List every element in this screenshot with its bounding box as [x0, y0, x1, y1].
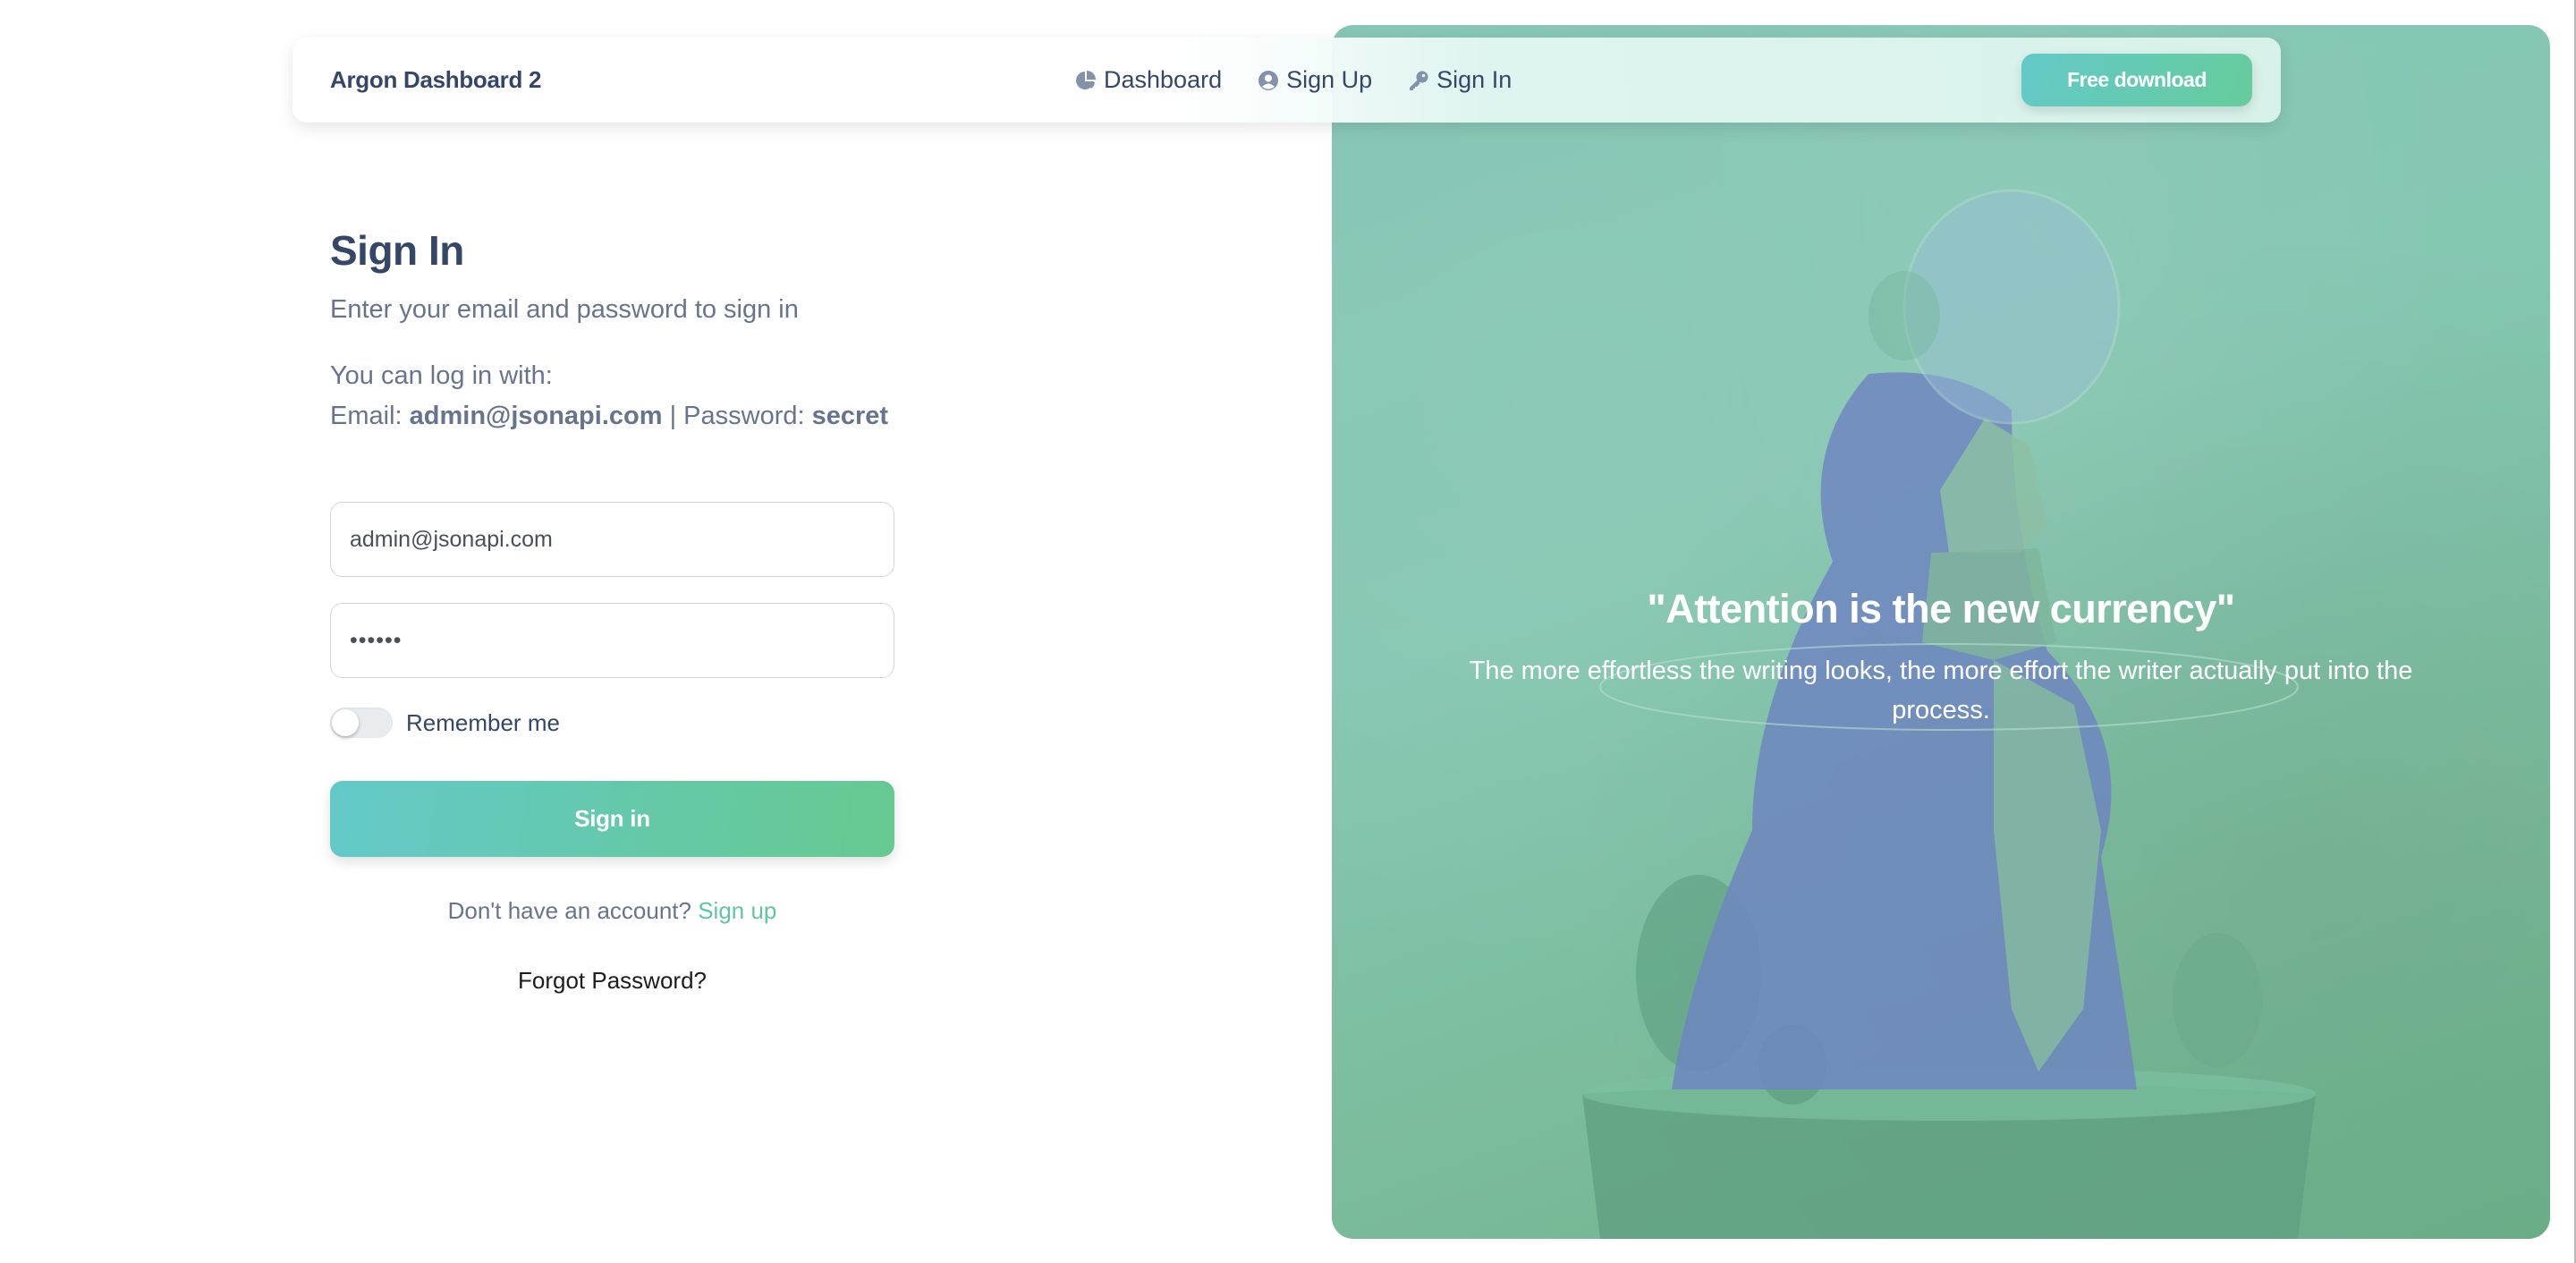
remember-me-label[interactable]: Remember me	[406, 709, 560, 737]
hint-email-value: admin@jsonapi.com	[409, 402, 663, 430]
forgot-password-link[interactable]: Forgot Password?	[330, 967, 894, 995]
hero-quote-title: "Attention is the new currency"	[1647, 586, 2235, 632]
hint-password-label: | Password:	[662, 402, 812, 430]
key-icon	[1410, 71, 1428, 90]
hero-quote-body: The more effortless the writing looks, t…	[1469, 657, 2413, 725]
remember-me-toggle[interactable]	[330, 708, 393, 738]
toggle-knob	[332, 709, 359, 736]
nav-item-sign-in[interactable]: Sign In	[1408, 66, 1512, 94]
top-navbar: Argon Dashboard 2 Dashboard Sign Up Sign…	[292, 38, 2281, 123]
signup-prompt-text: Don't have an account?	[447, 897, 699, 924]
password-input[interactable]	[330, 603, 894, 678]
login-hint: You can log in with:	[330, 361, 553, 390]
page-title: Sign In	[330, 227, 464, 274]
login-credentials-hint: Email: admin@jsonapi.com | Password: sec…	[330, 402, 888, 431]
sphere-small	[1868, 271, 1940, 360]
pie-chart-icon	[1076, 70, 1096, 89]
email-input[interactable]	[330, 502, 894, 577]
nav-item-label: Sign In	[1436, 66, 1513, 93]
brand-logo-text[interactable]: Argon Dashboard 2	[330, 38, 541, 123]
nav-item-label: Sign Up	[1286, 66, 1373, 93]
free-download-button[interactable]: Free download	[2021, 54, 2252, 106]
user-circle-icon	[1258, 70, 1279, 90]
disc-right	[2173, 933, 2262, 1067]
hint-email-label: Email:	[330, 402, 410, 430]
nav-item-label: Dashboard	[1104, 66, 1223, 93]
sign-in-button[interactable]: Sign in	[330, 781, 894, 857]
hint-password-value: secret	[811, 402, 889, 430]
sign-up-link[interactable]: Sign up	[698, 897, 776, 924]
nav-item-dashboard[interactable]: Dashboard	[1075, 66, 1222, 94]
signup-prompt: Don't have an account? Sign up	[330, 897, 894, 925]
remember-me-row: Remember me	[330, 708, 560, 738]
nav-item-sign-up[interactable]: Sign Up	[1258, 66, 1372, 94]
nav-links: Dashboard Sign Up Sign In	[1075, 38, 1547, 123]
page-subtitle: Enter your email and password to sign in	[330, 295, 799, 324]
